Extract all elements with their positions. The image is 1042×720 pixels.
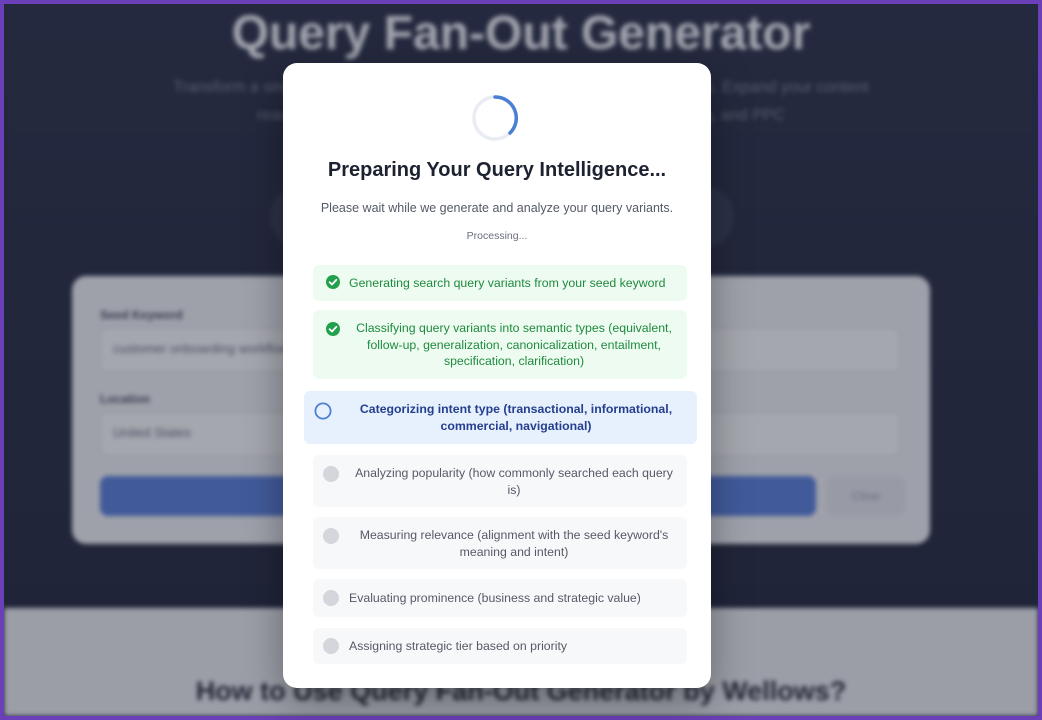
progress-step: Assigning strategic tier based on priori… (313, 628, 687, 664)
step-label: Measuring relevance (alignment with the … (359, 528, 669, 559)
check-circle-icon (326, 275, 340, 289)
circle-outline-icon (314, 402, 332, 420)
circle-dot-icon (323, 638, 339, 654)
progress-step: Categorizing intent type (transactional,… (304, 391, 697, 444)
check-circle-icon (326, 322, 340, 336)
modal-subtitle: Please wait while we generate and analyz… (320, 201, 674, 215)
modal-title: Preparing Your Query Intelligence... (327, 159, 667, 181)
step-label: Evaluating prominence (business and stra… (349, 591, 641, 605)
progress-step: Evaluating prominence (business and stra… (313, 579, 687, 617)
step-label: Analyzing popularity (how commonly searc… (355, 466, 673, 497)
step-label: Generating search query variants from yo… (349, 276, 666, 290)
step-label: Categorizing intent type (transactional,… (359, 402, 673, 433)
circle-dot-icon (323, 590, 339, 606)
step-label: Assigning strategic tier based on priori… (349, 639, 568, 653)
progress-step: Analyzing popularity (how commonly searc… (313, 455, 687, 507)
circle-dot-icon (323, 528, 339, 544)
loading-spinner-icon (472, 95, 519, 141)
progress-step: Measuring relevance (alignment with the … (313, 517, 687, 569)
circle-dot-icon (323, 466, 339, 482)
progress-step: Classifying query variants into semantic… (313, 310, 687, 379)
progress-step: Generating search query variants from yo… (313, 265, 687, 301)
loading-modal: Preparing Your Query Intelligence... Ple… (283, 63, 711, 688)
step-label: Classifying query variants into semantic… (356, 321, 672, 368)
processing-status: Processing... (466, 230, 528, 242)
